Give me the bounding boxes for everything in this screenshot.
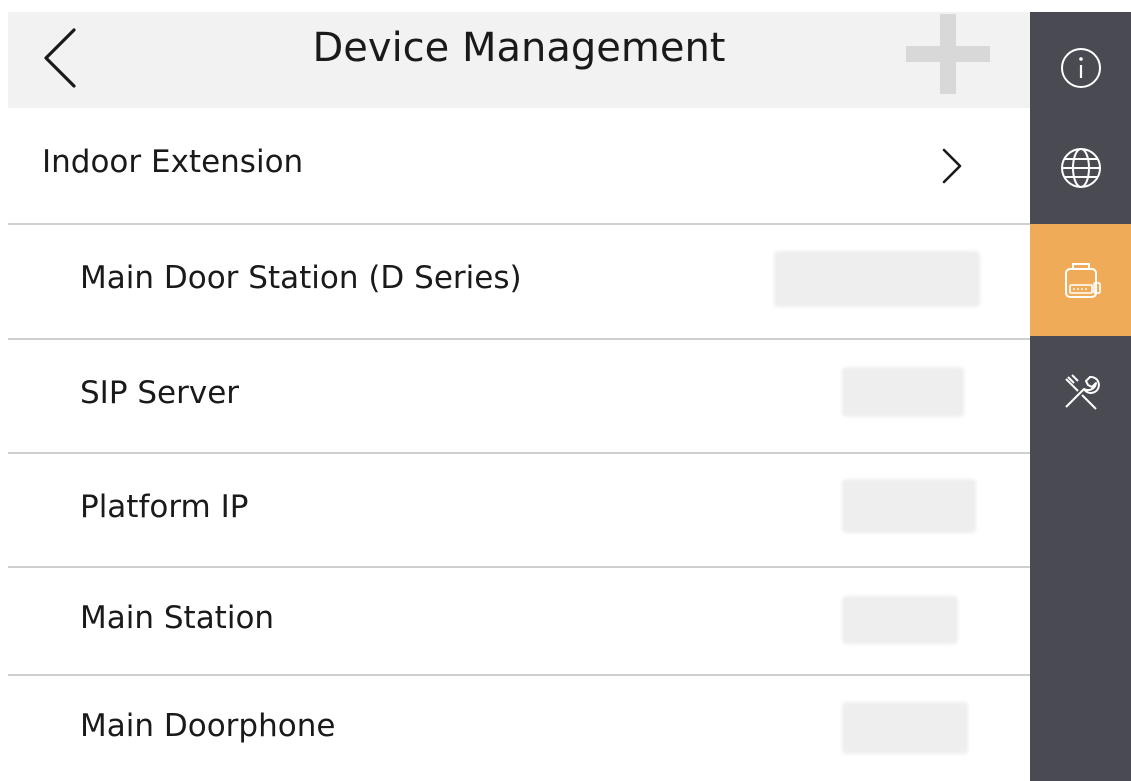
main-panel: Device Management Indoor Extension Main … [0, 0, 1030, 781]
row-label: SIP Server [80, 375, 240, 411]
list-item-sip-server[interactable]: SIP Server [8, 340, 1030, 454]
row-label: Main Station [80, 600, 275, 636]
sidebar-item-info[interactable] [1030, 12, 1131, 124]
list-item-platform-ip[interactable]: Platform IP [8, 454, 1030, 568]
list-item-main-station[interactable]: Main Station [8, 568, 1030, 676]
globe-icon [1060, 148, 1101, 188]
tools-icon [1064, 374, 1100, 410]
plus-icon [906, 14, 990, 94]
sidebar-item-network[interactable] [1030, 112, 1131, 224]
list-item-main-door-station[interactable]: Main Door Station (D Series) [8, 225, 1030, 340]
info-icon [1060, 48, 1101, 88]
row-value-redacted [842, 479, 976, 533]
sidebar-item-device-management[interactable] [1030, 224, 1131, 336]
sidebar-item-settings[interactable] [1030, 336, 1131, 448]
row-value-redacted [842, 367, 964, 417]
row-value-redacted [842, 596, 958, 644]
top-strip [0, 0, 1030, 12]
sidebar [1030, 12, 1131, 781]
row-label: Main Doorphone [80, 708, 336, 744]
chevron-right-icon [938, 146, 966, 186]
row-label: Platform IP [80, 489, 249, 525]
row-value-redacted [842, 702, 968, 754]
header-bar: Device Management [8, 12, 1030, 108]
sidebar-top-strip [1030, 0, 1131, 12]
list-item-indoor-extension[interactable]: Indoor Extension [8, 108, 1030, 225]
row-label: Main Door Station (D Series) [80, 260, 522, 296]
row-label: Indoor Extension [42, 144, 304, 180]
list-item-main-doorphone[interactable]: Main Doorphone [8, 676, 1030, 781]
page-title: Device Management [312, 25, 726, 71]
device-management-icon [1064, 263, 1101, 298]
row-value-redacted [774, 251, 980, 307]
add-button[interactable] [906, 14, 990, 94]
